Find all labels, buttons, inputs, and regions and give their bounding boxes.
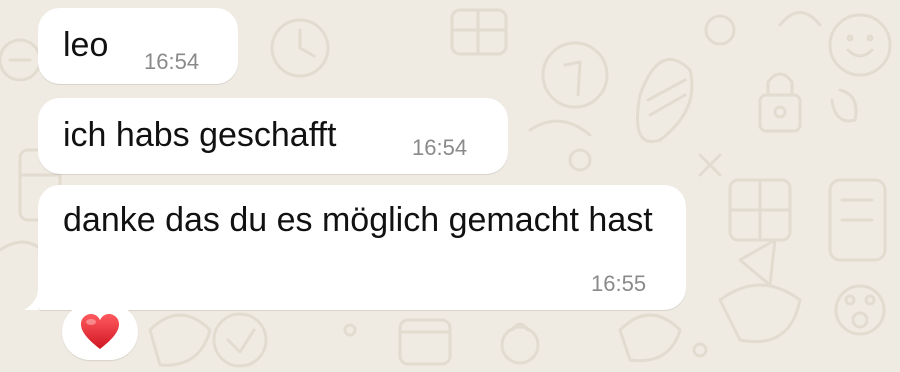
message-timestamp: 16:55 xyxy=(591,271,647,296)
message-text: danke das du es möglich gemacht hast xyxy=(63,201,653,239)
message-bubble[interactable]: danke das du es möglich gemacht hast 16:… xyxy=(38,185,686,310)
red-heart-icon xyxy=(81,314,119,349)
message-timestamp: 16:54 xyxy=(412,135,468,160)
message-text: leo xyxy=(63,26,109,64)
message-text: ich habs geschafft xyxy=(63,116,337,154)
message-bubble[interactable]: leo 16:54 xyxy=(38,8,238,84)
reaction-badge[interactable] xyxy=(62,304,138,360)
message-timestamp: 16:54 xyxy=(144,49,200,74)
message-bubble[interactable]: ich habs geschafft 16:54 xyxy=(38,98,508,174)
